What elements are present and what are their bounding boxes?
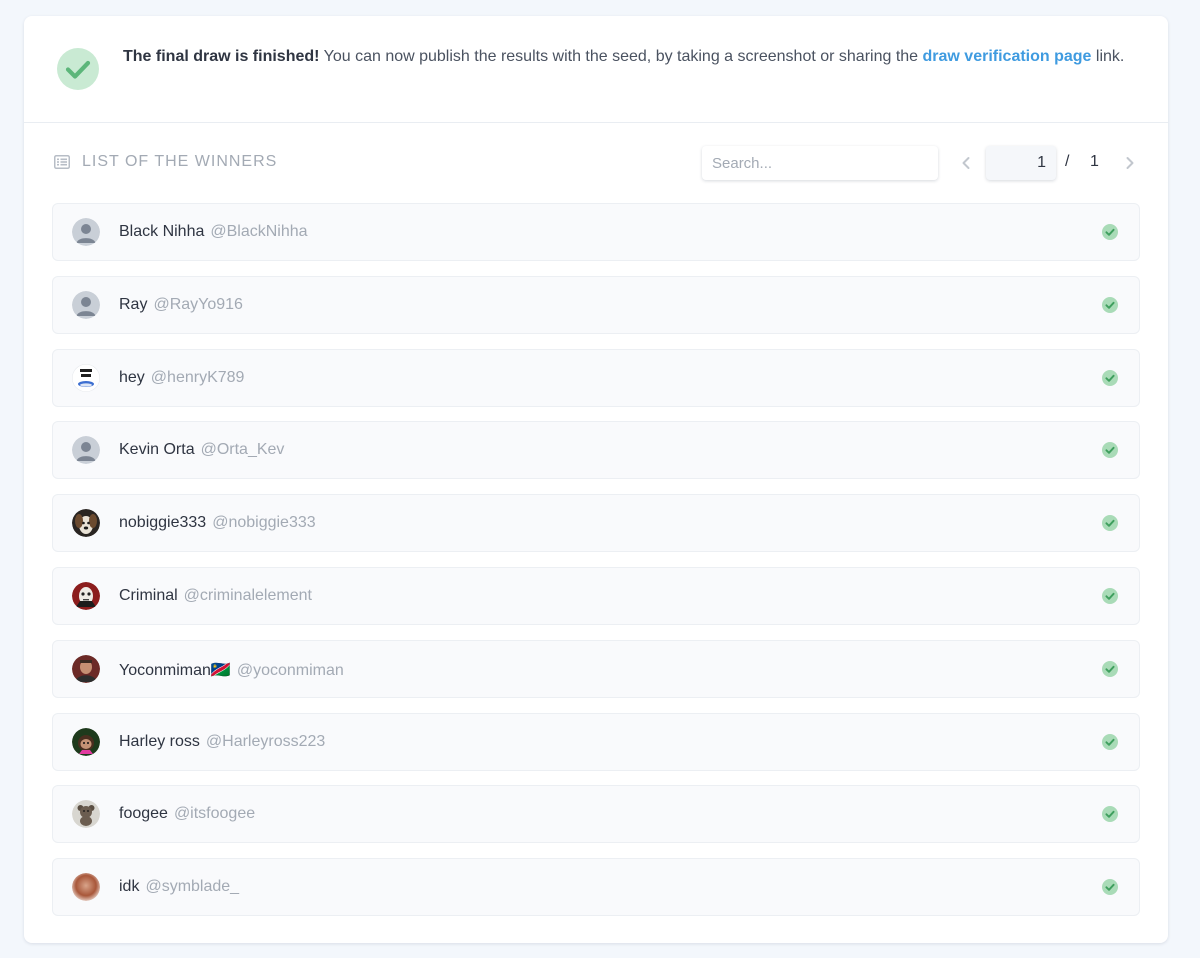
winner-display-name: nobiggie333 xyxy=(119,514,207,532)
winner-display-name: foogee xyxy=(119,805,168,823)
chevron-left-icon[interactable] xyxy=(956,152,976,174)
winner-handle: @BlackNihha xyxy=(210,223,308,240)
check-circle-icon xyxy=(1102,369,1118,386)
photo-avatar xyxy=(72,654,100,683)
winners-list-header: LIST OF THE WINNERS 1 / 1 xyxy=(24,123,1168,203)
winner-handle: @Orta_Kev xyxy=(200,441,285,459)
list-title: LIST OF THE WINNERS xyxy=(82,153,278,170)
winner-name-line: Ray @RayYo916 xyxy=(119,296,243,314)
check-circle-icon xyxy=(1102,224,1118,240)
winner-row-7: Yoconmiman🇳🇦 @yoconmiman xyxy=(52,639,1140,698)
banner-body: You can now publish the results with the… xyxy=(319,48,923,65)
check-circle-icon xyxy=(1102,733,1118,750)
winner-row-3: hey @henryK789 xyxy=(52,348,1140,407)
page-total: 1 xyxy=(1090,153,1099,170)
default-avatar xyxy=(72,290,100,319)
check-circle-icon xyxy=(57,48,99,90)
list-icon xyxy=(54,155,70,169)
winner-display-name: Yoconmiman🇳🇦 xyxy=(119,661,231,679)
bear-avatar xyxy=(72,800,100,829)
check-circle-icon xyxy=(1102,879,1118,896)
winner-row-6: Criminal @criminalelement xyxy=(52,566,1140,625)
winner-display-name: Ray xyxy=(119,295,148,313)
blurred-avatar xyxy=(72,873,100,902)
chevron-right-icon[interactable] xyxy=(1120,152,1140,174)
winner-display-name: Kevin Orta xyxy=(119,441,195,459)
winner-display-name: Black Nihha xyxy=(119,223,205,240)
winner-display-name: hey xyxy=(119,368,145,386)
draw-verification-link[interactable]: draw verification page xyxy=(923,48,1092,65)
winner-handle: @nobiggie333 xyxy=(212,514,316,532)
winner-display-name: Harley ross xyxy=(119,732,200,750)
check-circle-icon xyxy=(1102,296,1118,313)
winner-name-line: idk @symblade_ xyxy=(119,878,239,896)
check-circle-icon xyxy=(1102,515,1118,532)
got-em-avatar xyxy=(72,363,100,392)
winner-row-2: Ray @RayYo916 xyxy=(52,275,1140,334)
banner-tail: link. xyxy=(1091,48,1125,65)
check-circle-icon xyxy=(1102,587,1118,604)
winner-handle: @yoconmiman xyxy=(236,661,344,679)
default-avatar xyxy=(72,218,100,246)
cartoon-avatar xyxy=(72,727,100,756)
check-circle-icon xyxy=(1102,660,1118,677)
winner-name-line: hey @henryK789 xyxy=(119,369,244,387)
winner-handle: @RayYo916 xyxy=(153,295,243,313)
winner-name-line: Harley ross @Harleyross223 xyxy=(119,733,325,751)
search-input[interactable] xyxy=(702,146,938,180)
banner-bold: The final draw is finished! xyxy=(123,48,320,65)
winner-name-line: Black Nihha @BlackNihha xyxy=(119,223,308,241)
winner-display-name: Criminal xyxy=(119,586,178,604)
draw-results-card: The final draw is finished! You can now … xyxy=(24,16,1168,943)
winner-handle: @Harleyross223 xyxy=(205,732,326,750)
dog-avatar xyxy=(72,509,100,538)
winner-name-line: nobiggie333 @nobiggie333 xyxy=(119,514,316,532)
winner-row-1: Black Nihha @BlackNihha xyxy=(52,203,1140,261)
check-circle-icon xyxy=(1102,806,1118,823)
default-avatar xyxy=(72,436,100,465)
winner-row-5: nobiggie333 @nobiggie333 xyxy=(52,494,1140,553)
success-banner: The final draw is finished! You can now … xyxy=(24,16,1168,123)
winner-handle: @henryK789 xyxy=(150,368,245,386)
page-number-input[interactable]: 1 xyxy=(986,146,1056,180)
winner-display-name: idk xyxy=(119,878,140,896)
page-separator: / xyxy=(1065,153,1070,170)
winner-name-line: Yoconmiman🇳🇦 @yoconmiman xyxy=(119,660,344,680)
winner-row-9: foogee @itsfoogee xyxy=(52,785,1140,844)
winner-row-10: idk @symblade_ xyxy=(52,858,1140,917)
winner-row-4: Kevin Orta @Orta_Kev xyxy=(52,421,1140,480)
banner-message: The final draw is finished! You can now … xyxy=(123,44,1133,69)
winner-name-line: Kevin Orta @Orta_Kev xyxy=(119,441,284,459)
winner-name-line: Criminal @criminalelement xyxy=(119,587,312,605)
winner-handle: @criminalelement xyxy=(183,586,312,604)
check-circle-icon xyxy=(1102,442,1118,459)
winner-row-8: Harley ross @Harleyross223 xyxy=(52,712,1140,771)
winner-handle: @itsfoogee xyxy=(173,805,256,823)
winners-list: Black Nihha @BlackNihha Ray @RayYo916 hey @… xyxy=(52,203,1140,931)
winner-handle: @symblade_ xyxy=(145,878,240,896)
winner-name-line: foogee @itsfoogee xyxy=(119,805,255,823)
masked-avatar xyxy=(72,581,100,610)
